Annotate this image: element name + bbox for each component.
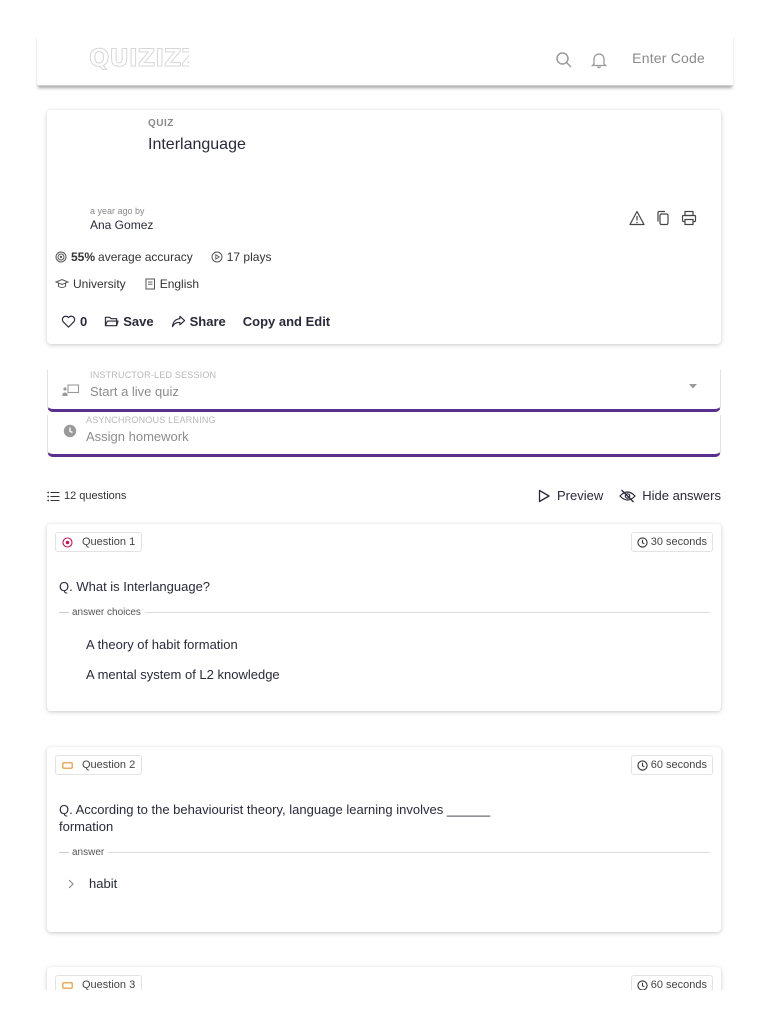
presentation-icon — [62, 384, 80, 396]
session-caption: INSTRUCTOR-LED SESSION — [90, 370, 217, 380]
quizizz-logo[interactable]: QUIZIZZ — [89, 44, 200, 77]
heart-icon — [61, 315, 76, 328]
print-icon[interactable] — [681, 210, 697, 226]
accuracy-value: 55% — [71, 250, 96, 264]
play-icon — [538, 489, 550, 502]
save-label: Save — [123, 314, 154, 329]
answer-choices-label: answer choices — [72, 606, 141, 618]
like-button[interactable]: 0 — [61, 314, 87, 329]
subject-tag: English — [144, 277, 199, 291]
answer-text: habit — [89, 876, 118, 891]
preview-label: Preview — [556, 488, 604, 503]
answer-choice: A mental system of L2 knowledge — [86, 667, 280, 682]
clock-icon — [63, 424, 77, 438]
graduation-cap-icon — [55, 278, 69, 288]
plays-count: 17 plays — [226, 250, 272, 264]
assign-homework-option[interactable]: ASYNCHRONOUS LEARNING Assign homework — [47, 415, 721, 457]
like-count: 0 — [80, 314, 88, 329]
clock-icon — [637, 759, 648, 771]
eye-slash-icon — [619, 489, 637, 502]
plays-stat: 17 plays — [211, 250, 272, 264]
question-list-toolbar: Preview Hide answers — [521, 488, 721, 503]
question-time-badge: 30 seconds — [630, 532, 713, 552]
preview-button[interactable]: Preview — [537, 488, 603, 503]
target-icon — [55, 251, 67, 263]
save-button[interactable]: Save — [104, 314, 154, 329]
question-number-label: Question 1 — [82, 536, 136, 548]
quiz-stats-row: 55% average accuracy 17 plays — [55, 250, 289, 264]
svg-text:QUIZIZZ: QUIZIZZ — [89, 44, 189, 72]
quiz-type-label: QUIZ — [148, 118, 174, 129]
bell-icon[interactable] — [590, 51, 608, 69]
quiz-info-card: QUIZ Interlanguage a year ago by Ana Gom… — [47, 110, 721, 344]
accuracy-label: average accuracy — [98, 250, 193, 264]
session-caption: ASYNCHRONOUS LEARNING — [86, 415, 216, 425]
top-navigation-bar: QUIZIZZ Enter Code — [37, 34, 733, 86]
share-arrow-icon — [171, 315, 185, 328]
subject-label: English — [159, 277, 200, 291]
created-time: a year ago by — [90, 206, 145, 216]
start-live-quiz-option[interactable]: INSTRUCTOR-LED SESSION Start a live quiz — [47, 370, 721, 412]
fill-in-blank-icon — [62, 761, 73, 769]
enter-code-link[interactable]: Enter Code — [632, 50, 705, 66]
copy-icon[interactable] — [655, 210, 671, 226]
quiz-action-icons — [629, 210, 697, 226]
accuracy-stat: 55% average accuracy — [55, 250, 193, 264]
quiz-title: Interlanguage — [148, 136, 246, 153]
question-number-label: Question 2 — [82, 759, 136, 771]
question-time-label: 30 seconds — [650, 536, 707, 548]
fill-in-blank-icon — [62, 981, 73, 989]
question-count-label: 12 questions — [64, 490, 127, 502]
caret-down-icon[interactable] — [688, 381, 698, 391]
question-card: Question 2 60 seconds Q. According to th… — [47, 747, 721, 932]
question-time-label: 60 seconds — [650, 759, 707, 771]
question-text: Q. What is Interlanguage? — [59, 579, 211, 594]
hide-answers-button[interactable]: Hide answers — [619, 488, 721, 503]
play-circle-icon — [211, 251, 223, 263]
grade-label: University — [73, 277, 126, 291]
list-icon — [47, 491, 60, 501]
session-label: Start a live quiz — [90, 384, 179, 399]
question-number-badge: Question 2 — [55, 755, 143, 775]
search-icon[interactable] — [555, 51, 573, 69]
clock-icon — [637, 536, 648, 548]
share-button[interactable]: Share — [171, 314, 226, 329]
quiz-tags-row: University English — [55, 277, 217, 291]
answer-choices-divider: answer choices — [59, 606, 710, 618]
book-icon — [145, 278, 155, 290]
clock-icon — [637, 979, 648, 991]
folder-icon — [105, 316, 119, 327]
answer-row: habit — [67, 876, 117, 891]
page-bottom-edge — [0, 990, 768, 1024]
question-number-badge: Question 1 — [55, 532, 143, 552]
author-name[interactable]: Ana Gomez — [90, 218, 153, 232]
copy-and-edit-button[interactable]: Copy and Edit — [243, 314, 330, 329]
question-text: Q. According to the behaviourist theory,… — [59, 802, 491, 834]
report-warning-icon[interactable] — [629, 210, 645, 226]
answer-section-label: answer — [72, 846, 105, 858]
grade-tag: University — [55, 277, 126, 291]
chevron-right-icon — [68, 879, 74, 888]
question-card: Question 1 30 seconds Q. What is Interla… — [47, 524, 721, 711]
multiple-choice-icon — [62, 536, 73, 548]
answer-choice: A theory of habit formation — [86, 637, 238, 652]
hide-answers-label: Hide answers — [642, 488, 721, 503]
quiz-social-actions: 0 Save Share Copy and Edit — [61, 314, 347, 329]
question-count: 12 questions — [47, 490, 126, 502]
question-time-badge: 60 seconds — [630, 755, 713, 775]
share-label: Share — [189, 314, 226, 329]
answer-divider: answer — [59, 846, 710, 858]
session-label: Assign homework — [86, 429, 189, 444]
